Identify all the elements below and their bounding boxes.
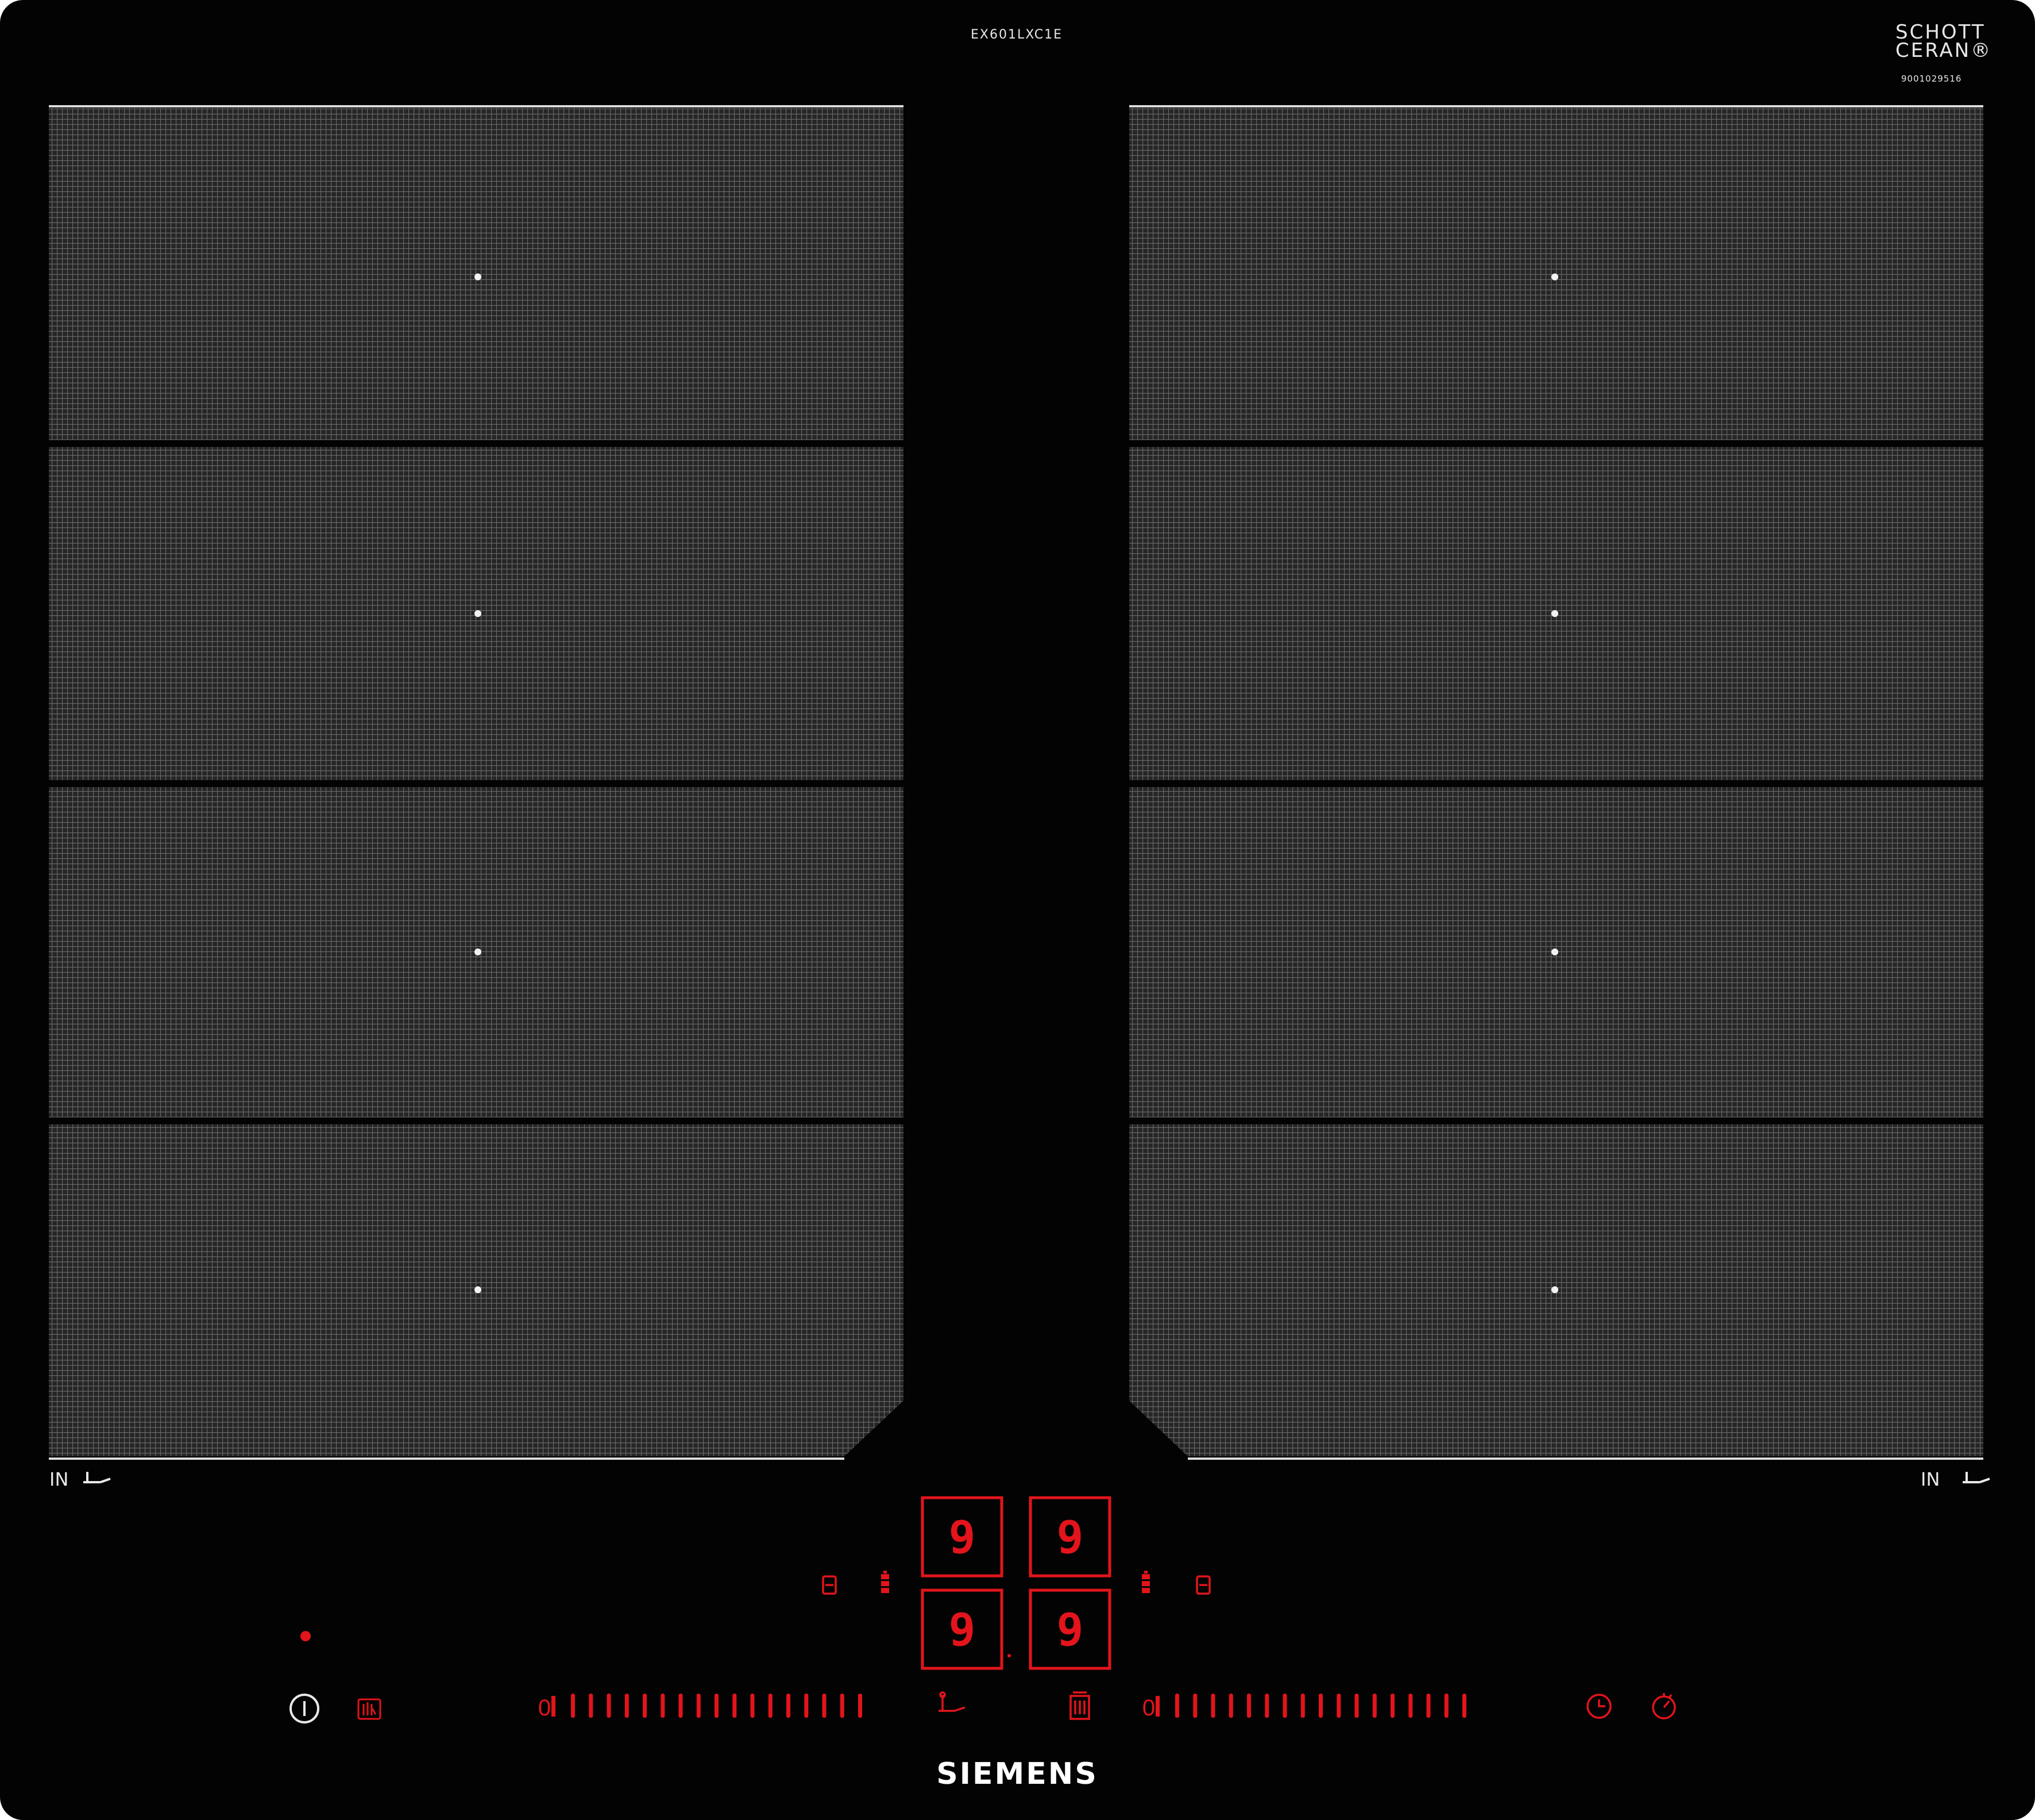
wipe-protection-icon[interactable] [1069, 1691, 1090, 1720]
slider-segment[interactable] [607, 1694, 611, 1718]
glass-brand-line2: CERAN® [1895, 39, 1992, 62]
slider-segment[interactable] [768, 1694, 773, 1718]
slider-segment[interactable] [1300, 1694, 1305, 1718]
zone-center-dot [1551, 273, 1558, 280]
slider-segment[interactable] [678, 1694, 683, 1718]
slider-segment[interactable] [715, 1694, 719, 1718]
slider-segment[interactable] [822, 1694, 827, 1718]
glass-brand-logo: SCHOTT CERAN® [1895, 22, 2022, 62]
slider-zero-label: 0 [1142, 1695, 1155, 1721]
slider-segment[interactable] [1337, 1694, 1341, 1718]
slider-segment[interactable] [732, 1694, 737, 1718]
zone-center-dot [474, 1286, 481, 1293]
induction-label-right: IN [1921, 1468, 1940, 1490]
slider-segment[interactable] [1175, 1694, 1179, 1718]
slider-left[interactable] [551, 1694, 862, 1718]
slider-segment[interactable] [1211, 1694, 1215, 1718]
slider-segment[interactable] [1229, 1694, 1233, 1718]
slider-segment[interactable] [1193, 1694, 1198, 1718]
serial-number: 9001029516 [1901, 74, 1962, 84]
hob-surface: 9 9 9 9 0 0 [49, 105, 1990, 1723]
slider-segment[interactable] [1426, 1694, 1431, 1718]
slider-segment[interactable] [1408, 1694, 1413, 1718]
zone-center-dot [1551, 1286, 1558, 1293]
slider-segment[interactable] [571, 1694, 575, 1718]
slider-segment[interactable] [1265, 1694, 1269, 1718]
zone-center-dot [1551, 610, 1558, 617]
slider-segment[interactable] [1444, 1694, 1449, 1718]
slider-segment[interactable] [1372, 1694, 1377, 1718]
zone-center-dot [1551, 948, 1558, 955]
slider-zero-marker [1156, 1696, 1160, 1717]
slider-zero-marker [551, 1696, 555, 1717]
slider-segment[interactable] [750, 1694, 755, 1718]
display-digit: 9 [1057, 1512, 1084, 1564]
slider-segment[interactable] [786, 1694, 790, 1718]
zone-center-dot [474, 610, 481, 617]
decimal-indicator [1007, 1654, 1011, 1657]
sensor-icon[interactable] [1142, 1571, 1150, 1593]
slider-right[interactable] [1156, 1694, 1466, 1718]
flex-zone-icon[interactable] [822, 1575, 837, 1595]
slider-segment[interactable] [804, 1694, 809, 1718]
slider-segment[interactable] [643, 1694, 647, 1718]
left-cooking-area [49, 105, 903, 1460]
frying-sensor-icon[interactable] [939, 1691, 966, 1712]
power-indicator-led [300, 1631, 311, 1641]
stopwatch-icon[interactable] [1652, 1693, 1676, 1719]
clock-icon[interactable] [1586, 1694, 1612, 1719]
sensor-icon[interactable] [881, 1571, 889, 1593]
slider-segment[interactable] [624, 1694, 629, 1718]
power-icon[interactable] [289, 1694, 319, 1723]
brand-logo: SIEMENS [936, 1757, 1098, 1791]
right-cooking-area [1129, 105, 1983, 1460]
slider-segment[interactable] [858, 1694, 862, 1718]
childlock-icon[interactable] [357, 1698, 381, 1720]
slider-segment[interactable] [1462, 1694, 1466, 1718]
slider-segment[interactable] [589, 1694, 593, 1718]
display-digit: 9 [1057, 1605, 1084, 1656]
slider-segment[interactable] [696, 1694, 701, 1718]
slider-segment[interactable] [1247, 1694, 1251, 1718]
slider-segment[interactable] [1391, 1694, 1395, 1718]
slider-segment[interactable] [840, 1694, 844, 1718]
display-digit: 9 [949, 1512, 976, 1564]
slider-segment[interactable] [1283, 1694, 1287, 1718]
model-number: EX601LXC1E [971, 28, 1063, 42]
induction-label-left: IN [49, 1468, 69, 1490]
flex-zone-icon[interactable] [1196, 1575, 1211, 1595]
pan-icon [83, 1472, 1990, 1483]
slider-zero-label: 0 [538, 1695, 551, 1721]
slider-segment[interactable] [1319, 1694, 1323, 1718]
zone-center-dot [474, 273, 481, 280]
display-digit: 9 [949, 1605, 976, 1656]
slider-segment[interactable] [661, 1694, 665, 1718]
zone-center-dot [474, 948, 481, 955]
induction-hob: 9 9 9 9 0 0 EX601LXC1E SCHOTT CERAN® 900… [0, 0, 2035, 1820]
slider-segment[interactable] [1354, 1694, 1359, 1718]
